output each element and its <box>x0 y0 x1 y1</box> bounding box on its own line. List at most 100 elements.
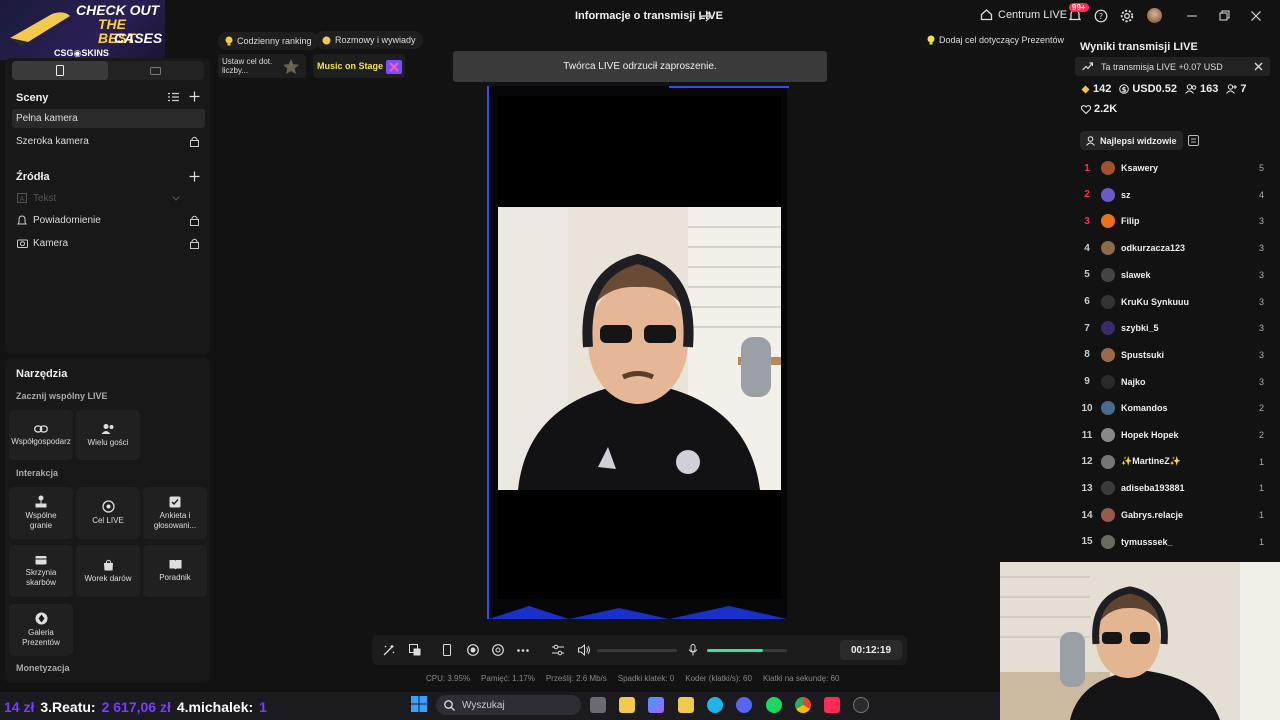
minimize-icon[interactable] <box>1184 8 1200 24</box>
guide-button[interactable]: Poradnik <box>143 545 207 597</box>
viewer-score: 5 <box>1258 163 1264 173</box>
close-icon[interactable] <box>1248 8 1264 24</box>
timer-text: 00:12:19 <box>850 644 892 656</box>
tab-top-viewers-label: Najlepsi widzowie <box>1100 135 1177 146</box>
toast-text: Twórca LIVE odrzucił zaproszenie. <box>563 61 717 72</box>
ad-banner[interactable]: CHECK OUT THE BEST CASES CSG◉SKINS <box>0 0 165 60</box>
close-icon[interactable] <box>1254 62 1263 71</box>
viewer-row[interactable]: 10 Komandos 2 <box>1075 395 1270 421</box>
scene-item-wide-camera[interactable]: Szeroka kamera <box>16 136 89 147</box>
magic-wand-icon[interactable] <box>383 644 395 656</box>
viewer-row[interactable]: 1 Ksawery 5 <box>1075 155 1270 181</box>
speaker-icon[interactable] <box>578 644 591 656</box>
record-icon[interactable] <box>467 644 479 656</box>
talks-chip[interactable]: Rozmowy i wywiady <box>315 31 423 49</box>
live-goal-button[interactable]: Cel LIVE <box>76 487 140 539</box>
viewer-score: 3 <box>1258 216 1264 227</box>
viewer-score: 3 <box>1258 376 1264 387</box>
viewer-row[interactable]: 5 slawek 3 <box>1075 262 1270 288</box>
camera-feed <box>498 207 781 490</box>
viewer-name: Najko <box>1121 376 1146 387</box>
viewer-row[interactable]: 13 adiseba193881 1 <box>1075 475 1270 501</box>
sliders-icon[interactable] <box>552 644 564 656</box>
viewer-row[interactable]: 7 szybki_5 3 <box>1075 315 1270 341</box>
gear-icon[interactable] <box>1120 9 1134 23</box>
poll-button[interactable]: Ankieta i głosowani... <box>143 487 207 539</box>
viewer-score: 3 <box>1258 269 1264 280</box>
app-icon[interactable] <box>853 697 869 713</box>
store-icon[interactable] <box>619 697 635 713</box>
edge-icon[interactable] <box>707 697 723 713</box>
centrum-live-button[interactable]: Centrum LIVE <box>980 8 1067 21</box>
ticker-amount-1: 14 zł <box>4 699 35 715</box>
viewer-row[interactable]: 9 Najko 3 <box>1075 369 1270 395</box>
bulb-icon <box>225 36 233 46</box>
viewer-row[interactable]: 2 sz 4 <box>1075 182 1270 208</box>
music-gift-icon <box>385 57 403 75</box>
effects-icon[interactable] <box>492 644 504 656</box>
tiktok-live-studio-icon[interactable] <box>824 697 840 713</box>
viewer-row[interactable]: 12 ✨MartineZ✨ 1 <box>1075 449 1270 475</box>
copilot-icon[interactable] <box>648 697 664 713</box>
maximize-icon[interactable] <box>1216 8 1232 24</box>
viewer-avatar <box>1101 401 1115 416</box>
folder-icon[interactable] <box>678 697 694 713</box>
chrome-icon[interactable] <box>795 697 811 713</box>
windows-start-icon[interactable] <box>411 696 427 712</box>
lock-icon <box>190 136 199 147</box>
list-icon[interactable] <box>168 92 179 102</box>
help-icon[interactable]: ? <box>1094 9 1108 23</box>
group-co-live: Zacznij wspólny LIVE <box>16 391 108 401</box>
task-view-icon[interactable] <box>590 697 606 713</box>
viewer-row[interactable]: 6 KruKu Synkuuu 3 <box>1075 289 1270 315</box>
spotify-icon[interactable] <box>766 697 782 713</box>
notification-source-icon <box>17 215 27 226</box>
music-on-stage-label: Music on Stage <box>317 61 384 71</box>
share-icon[interactable] <box>698 9 712 23</box>
tab-top-viewers[interactable]: Najlepsi widzowie <box>1080 131 1183 150</box>
gift-goal-chip[interactable]: Dodaj cel dotyczący Prezentów <box>920 31 1072 49</box>
discord-icon[interactable] <box>736 697 752 713</box>
coin-icon <box>322 36 331 45</box>
gift-bag-button[interactable]: Worek darów <box>76 545 140 597</box>
volume-slider[interactable] <box>597 649 677 652</box>
viewer-row[interactable]: 8 Spustsuki 3 <box>1075 342 1270 368</box>
source-item-camera[interactable]: Kamera <box>33 238 68 249</box>
bag-icon <box>103 559 113 570</box>
scene-item-full-camera[interactable]: Pełna kamera <box>16 113 78 124</box>
gift-gallery-button[interactable]: Galeria Prezentów <box>9 604 73 656</box>
viewer-name: sz <box>1121 189 1131 200</box>
layout-icon[interactable] <box>409 644 421 656</box>
taskbar-search[interactable]: Wyszukaj <box>436 695 581 715</box>
neon-border-decoration <box>489 606 787 619</box>
avatar[interactable] <box>1147 8 1162 23</box>
add-scene-button[interactable] <box>189 91 200 102</box>
users-icon <box>101 423 114 434</box>
goal-card-label: Ustaw cel dot. liczby... <box>222 57 273 75</box>
viewer-avatar <box>1101 481 1115 496</box>
source-item-notification[interactable]: Powiadomienie <box>33 215 101 226</box>
viewer-row[interactable]: 3 Filip 3 <box>1075 208 1270 234</box>
centrum-live-label: Centrum LIVE <box>998 8 1068 21</box>
add-source-button[interactable] <box>189 171 200 182</box>
viewer-row[interactable]: 14 Gabrys.relacje 1 <box>1075 502 1270 528</box>
goal-card[interactable]: Ustaw cel dot. liczby... <box>218 54 306 78</box>
landscape-toggle[interactable] <box>150 67 161 75</box>
tab-list-icon[interactable] <box>1188 135 1199 146</box>
cohost-button[interactable]: Współgospodarz <box>9 410 73 460</box>
viewer-row[interactable]: 15 tymusssek_ 1 <box>1075 529 1270 555</box>
treasure-chest-button[interactable]: Skrzynia skarbów <box>9 545 73 597</box>
music-on-stage-card[interactable]: Music on Stage <box>313 54 405 78</box>
viewer-rank: 7 <box>1084 322 1090 334</box>
viewer-row[interactable]: 4 odkurzacza123 3 <box>1075 235 1270 261</box>
phone-icon[interactable] <box>443 644 451 656</box>
viewer-score: 1 <box>1258 483 1264 494</box>
more-icon[interactable] <box>517 649 529 652</box>
daily-ranking-chip[interactable]: Codzienny ranking <box>218 32 319 50</box>
source-item-text[interactable]: Tekst <box>33 193 56 204</box>
new-followers-icon <box>1226 84 1238 94</box>
co-play-button[interactable]: Wspólne granie <box>9 487 73 539</box>
multi-guest-button[interactable]: Wielu gości <box>76 410 140 460</box>
viewer-row[interactable]: 11 Hopek Hopek 2 <box>1075 422 1270 448</box>
microphone-icon[interactable] <box>688 644 698 656</box>
